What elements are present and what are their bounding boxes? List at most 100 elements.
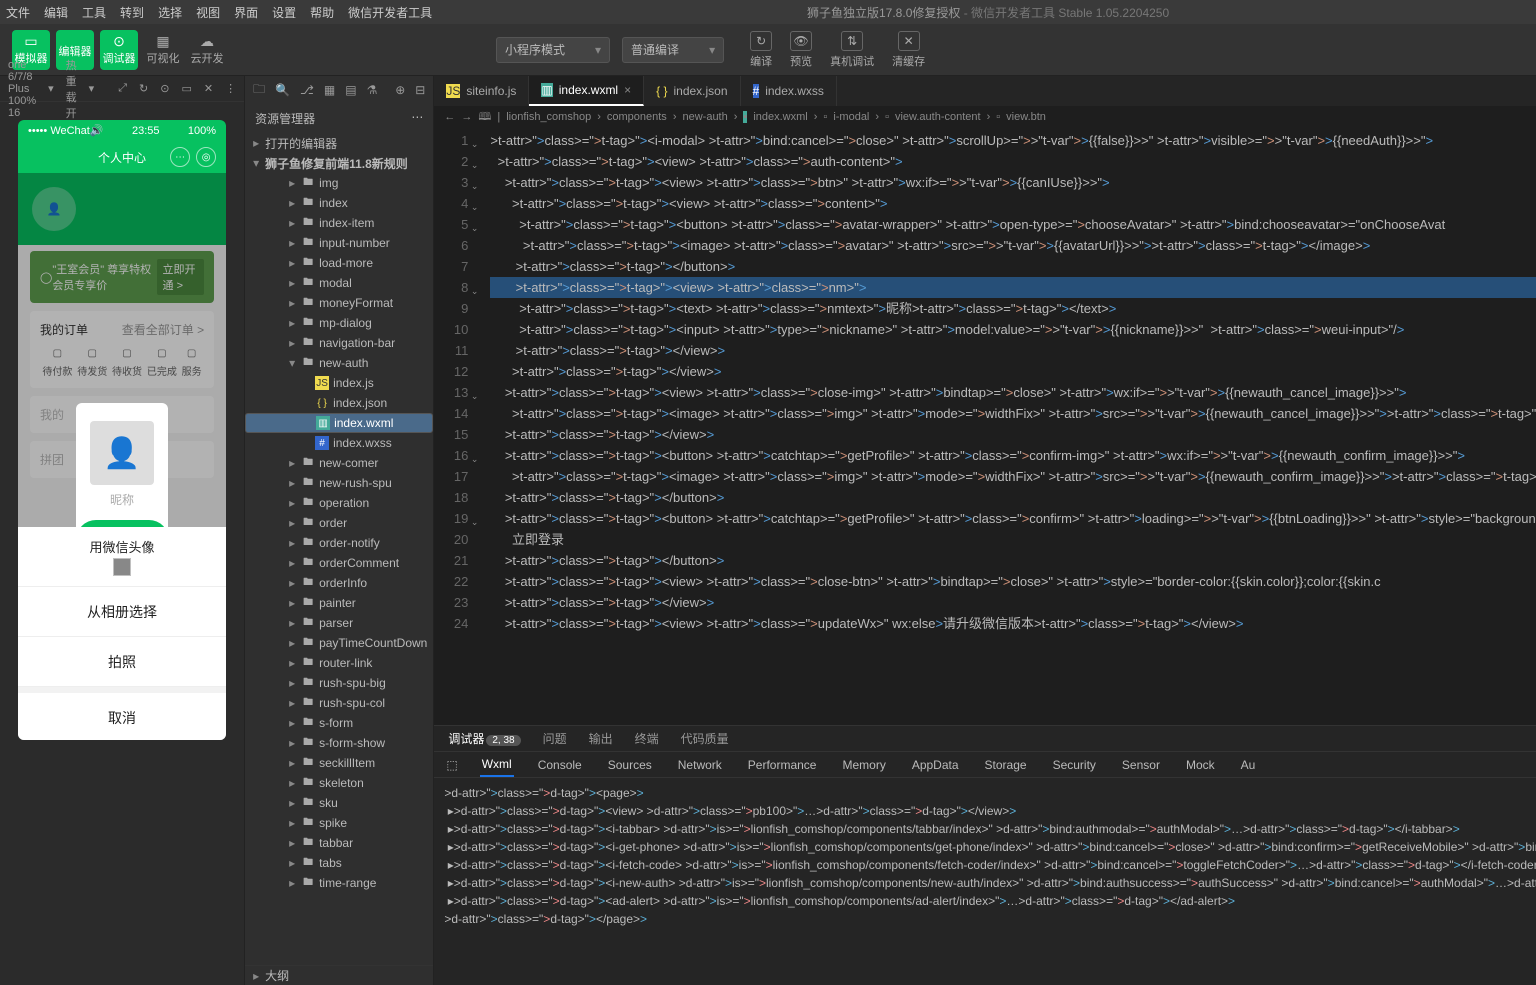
- quality-tab[interactable]: 代码质量: [679, 730, 731, 747]
- debugger-tab[interactable]: 调试器2, 38: [446, 730, 522, 747]
- inspect-icon[interactable]: ⬚: [446, 758, 457, 772]
- flask-icon[interactable]: ⚗: [367, 83, 378, 97]
- editor-tab[interactable]: ▥index.wxml×: [529, 76, 644, 106]
- folder-node[interactable]: ▸🖿orderComment: [245, 553, 433, 573]
- search-icon[interactable]: 🔍: [275, 83, 290, 97]
- toolbar-action[interactable]: ⇅真机调试: [830, 31, 874, 69]
- ext-icon[interactable]: ▦: [324, 83, 335, 97]
- folder-node[interactable]: ▸🖿payTimeCountDown: [245, 633, 433, 653]
- code-editor[interactable]: 1⌄2⌄3⌄4⌄5⌄678⌄910111213⌄141516⌄171819⌄20…: [434, 128, 1536, 725]
- folder-node[interactable]: ▸🖿navigation-bar: [245, 333, 433, 353]
- folder-node[interactable]: ▸🖿spike: [245, 813, 433, 833]
- menu-item[interactable]: 选择: [158, 4, 182, 21]
- folder-node[interactable]: ▸🖿index-item: [245, 213, 433, 233]
- breadcrumb[interactable]: ←→🕮| lionfish_comshop›components›new-aut…: [434, 106, 1536, 128]
- folder-node[interactable]: ▸🖿load-more: [245, 253, 433, 273]
- folder-node[interactable]: ▸🖿tabbar: [245, 833, 433, 853]
- sim-icon[interactable]: ▭: [181, 82, 191, 95]
- editor-tab[interactable]: JSsiteinfo.js: [434, 76, 529, 106]
- sheet-wechat-avatar[interactable]: 用微信头像: [18, 527, 226, 587]
- menu-item[interactable]: 微信开发者工具: [348, 4, 432, 21]
- folder-node[interactable]: ▸🖿index: [245, 193, 433, 213]
- project-root[interactable]: ▾狮子鱼修复前端11.8新规则: [245, 153, 433, 173]
- collapse-icon[interactable]: ⊟: [415, 83, 425, 97]
- folder-node[interactable]: ▸🖿mp-dialog: [245, 313, 433, 333]
- folder-node[interactable]: ▸🖿modal: [245, 273, 433, 293]
- terminal-tab[interactable]: 终端: [633, 730, 661, 747]
- devtools-tab[interactable]: Sources: [606, 754, 654, 776]
- folder-node[interactable]: ▸🖿order: [245, 513, 433, 533]
- devtools-tab[interactable]: Wxml: [480, 753, 514, 777]
- folder-node[interactable]: ▸🖿order-notify: [245, 533, 433, 553]
- output-tab[interactable]: 输出: [587, 730, 615, 747]
- folder-node[interactable]: ▸🖿sku: [245, 793, 433, 813]
- menu-item[interactable]: 编辑: [44, 4, 68, 21]
- sim-icon[interactable]: ✕: [204, 82, 213, 95]
- menu-item[interactable]: 工具: [82, 4, 106, 21]
- menu-item[interactable]: 视图: [196, 4, 220, 21]
- editor-tab[interactable]: { }index.json: [644, 76, 740, 106]
- folder-node[interactable]: ▸🖿operation: [245, 493, 433, 513]
- menu-item[interactable]: 文件: [6, 4, 30, 21]
- toolbar-action[interactable]: ↻编译: [750, 31, 772, 69]
- devtools-tab[interactable]: Network: [676, 754, 724, 776]
- menu-item[interactable]: 设置: [272, 4, 296, 21]
- compile-select[interactable]: 普通编译▾: [622, 37, 724, 63]
- capsule-close-icon[interactable]: ◎: [196, 147, 216, 167]
- file-node[interactable]: #index.wxss: [245, 433, 433, 453]
- folder-node[interactable]: ▸🖿rush-spu-big: [245, 673, 433, 693]
- folder-node[interactable]: ▸🖿input-number: [245, 233, 433, 253]
- file-node[interactable]: JSindex.js: [245, 373, 433, 393]
- menu-item[interactable]: 界面: [234, 4, 258, 21]
- folder-node[interactable]: ▸🖿tabs: [245, 853, 433, 873]
- folder-node[interactable]: ▸🖿orderInfo: [245, 573, 433, 593]
- hot-reload[interactable]: 热重载 开: [66, 57, 77, 121]
- toolbar-button[interactable]: ⊙调试器: [100, 30, 138, 70]
- explorer-icon[interactable]: 🗀: [253, 80, 265, 101]
- sim-icon[interactable]: ↻: [139, 82, 148, 95]
- folder-node[interactable]: ▾🖿new-auth: [245, 353, 433, 373]
- folder-node[interactable]: ▸🖿time-range: [245, 873, 433, 893]
- folder-node[interactable]: ▸🖿new-rush-spu: [245, 473, 433, 493]
- folder-node[interactable]: ▸🖿s-form: [245, 713, 433, 733]
- folder-node[interactable]: ▸🖿painter: [245, 593, 433, 613]
- folder-node[interactable]: ▸🖿img: [245, 173, 433, 193]
- sheet-album[interactable]: 从相册选择: [18, 587, 226, 637]
- devtools-tab[interactable]: Sensor: [1120, 754, 1162, 776]
- build-icon[interactable]: ▤: [345, 83, 356, 97]
- devtools-tab[interactable]: AppData: [910, 754, 961, 776]
- dom-tree[interactable]: >d-attr>">class>=">d-tag>"><page>> ▸>d-a…: [434, 778, 1536, 985]
- problems-tab[interactable]: 问题: [541, 730, 569, 747]
- devtools-tab[interactable]: Security: [1051, 754, 1098, 776]
- toolbar-button[interactable]: ▦可视化: [144, 30, 182, 70]
- sheet-cancel[interactable]: 取消: [18, 693, 226, 740]
- menu-item[interactable]: 帮助: [310, 4, 334, 21]
- avatar-placeholder-icon[interactable]: 👤: [90, 421, 154, 485]
- capsule-menu-icon[interactable]: ⋯: [170, 147, 190, 167]
- devtools-tab[interactable]: Au: [1239, 754, 1258, 776]
- editor-tab[interactable]: #index.wxss: [741, 76, 837, 106]
- file-node[interactable]: ▥index.wxml: [245, 413, 433, 433]
- open-editors-section[interactable]: ▸打开的编辑器: [245, 133, 433, 153]
- sim-icon[interactable]: ⤢: [118, 82, 127, 95]
- folder-node[interactable]: ▸🖿s-form-show: [245, 733, 433, 753]
- sheet-camera[interactable]: 拍照: [18, 637, 226, 687]
- menu-item[interactable]: 转到: [120, 4, 144, 21]
- folder-node[interactable]: ▸🖿skeleton: [245, 773, 433, 793]
- outline-section[interactable]: ▸大纲: [245, 965, 433, 985]
- device-select[interactable]: one 6/7/8 Plus 100% 16: [8, 59, 36, 119]
- devtools-tab[interactable]: Mock: [1184, 754, 1217, 776]
- folder-node[interactable]: ▸🖿new-comer: [245, 453, 433, 473]
- sim-icon[interactable]: ⋮: [225, 82, 236, 95]
- toolbar-action[interactable]: 👁预览: [790, 31, 812, 69]
- folder-node[interactable]: ▸🖿moneyFormat: [245, 293, 433, 313]
- sim-icon[interactable]: ⊙: [160, 82, 169, 95]
- devtools-tab[interactable]: Performance: [746, 754, 819, 776]
- file-node[interactable]: { }index.json: [245, 393, 433, 413]
- folder-node[interactable]: ▸🖿rush-spu-col: [245, 693, 433, 713]
- toolbar-button[interactable]: ☁云开发: [188, 30, 226, 70]
- folder-node[interactable]: ▸🖿router-link: [245, 653, 433, 673]
- devtools-tab[interactable]: Memory: [840, 754, 887, 776]
- branch-icon[interactable]: ⎇: [300, 83, 314, 97]
- toolbar-action[interactable]: ✕清缓存: [892, 31, 925, 69]
